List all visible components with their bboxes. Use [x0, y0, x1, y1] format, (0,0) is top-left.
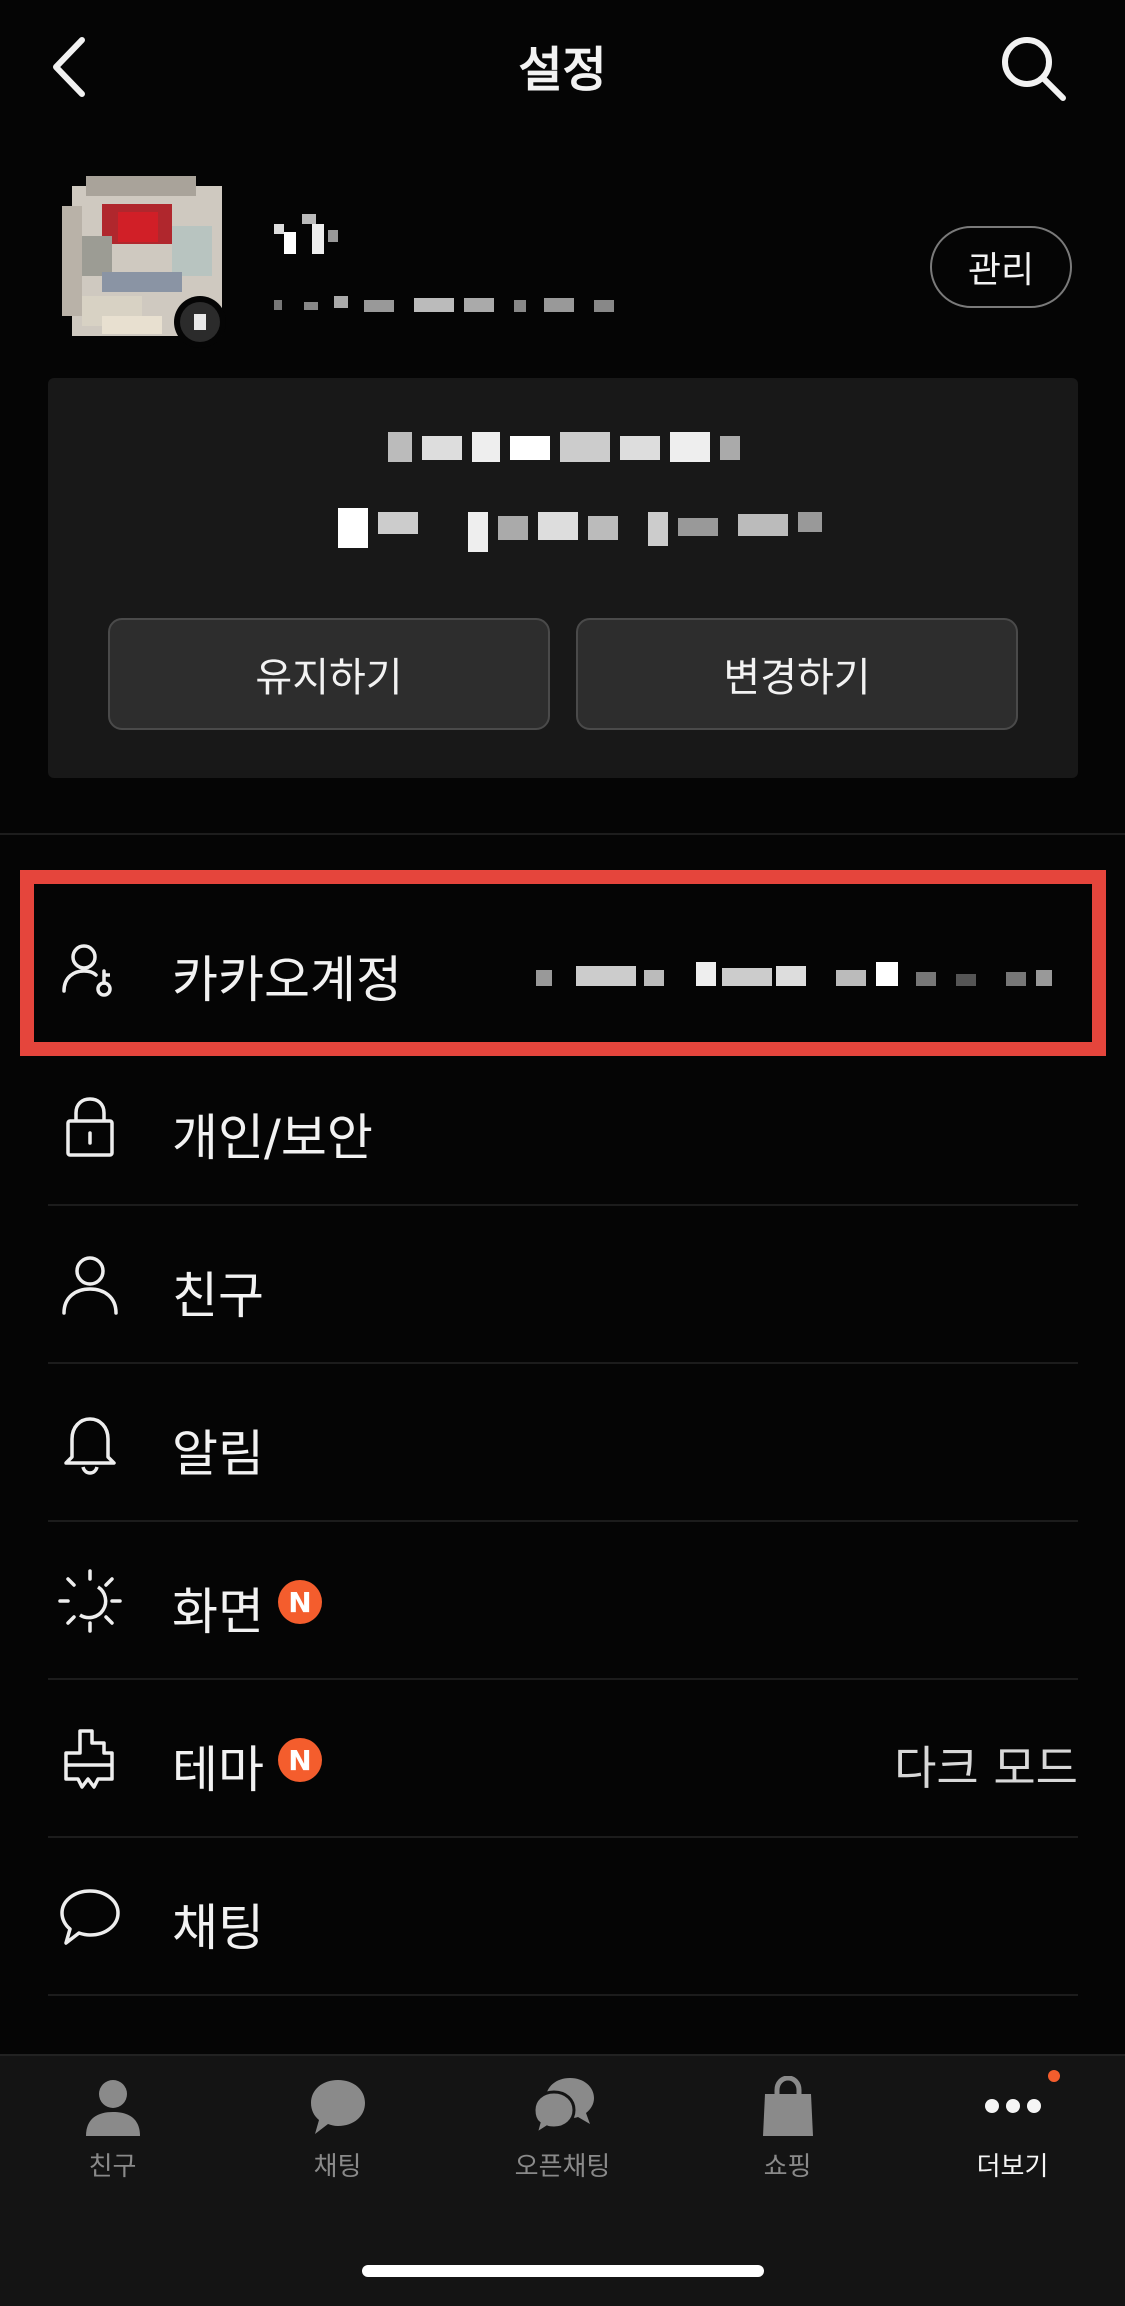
open-chat-icon — [532, 2078, 594, 2138]
page-title: 설정 — [518, 42, 607, 98]
menu-label: 개인/보안 — [172, 1109, 373, 1167]
notice-text-redacted — [338, 432, 822, 552]
menu-item-display[interactable]: 화면 N — [48, 1522, 1078, 1680]
account-email-redacted — [536, 962, 1052, 986]
brightness-icon — [58, 1569, 122, 1633]
notice-card: 유지하기 변경하기 — [48, 378, 1078, 778]
more-icon — [985, 2099, 1041, 2113]
profile-status-redacted — [274, 296, 614, 312]
new-badge: N — [278, 1580, 322, 1624]
tab-more[interactable]: 더보기 — [900, 2070, 1125, 2196]
menu-item-kakao-account[interactable]: 카카오계정 — [48, 890, 1078, 1048]
menu-item-privacy-security[interactable]: 개인/보안 — [48, 1048, 1078, 1206]
tab-label: 친구 — [88, 2152, 137, 2182]
menu-label: 카카오계정 — [172, 951, 402, 1009]
menu-label: 테마 — [172, 1741, 264, 1799]
change-button[interactable]: 변경하기 — [576, 618, 1018, 730]
profile-name-redacted — [274, 214, 338, 254]
search-icon — [1002, 37, 1066, 101]
menu-label: 채팅 — [172, 1899, 264, 1957]
keep-button[interactable]: 유지하기 — [108, 618, 550, 730]
menu-item-friends[interactable]: 친구 — [48, 1206, 1078, 1364]
menu-item-chatting[interactable]: 채팅 — [48, 1838, 1078, 1996]
menu-label: 알림 — [172, 1425, 264, 1483]
menu-item-notifications[interactable]: 알림 — [48, 1364, 1078, 1522]
manage-button[interactable]: 관리 — [930, 226, 1072, 308]
shopping-bag-icon — [763, 2076, 813, 2136]
person-icon — [62, 1256, 118, 1315]
theme-value: 다크 모드 — [894, 1741, 1078, 1795]
chat-icon — [311, 2080, 365, 2134]
profile-section: 관리 — [62, 170, 1072, 350]
menu-label: 화면 — [172, 1583, 264, 1641]
account-icon — [62, 944, 112, 997]
avatar[interactable] — [62, 176, 228, 356]
tab-shopping[interactable]: 쇼핑 — [675, 2076, 900, 2196]
tab-chats[interactable]: 채팅 — [225, 2076, 450, 2196]
notification-dot — [1048, 2070, 1060, 2082]
search-button[interactable] — [997, 32, 1069, 104]
avatar-image — [62, 176, 226, 348]
person-icon — [86, 2080, 140, 2136]
tab-label: 오픈채팅 — [514, 2152, 611, 2182]
divider — [48, 1994, 1078, 1996]
tab-friends[interactable]: 친구 — [0, 2076, 225, 2196]
bell-icon — [64, 1417, 116, 1475]
tab-label: 쇼핑 — [763, 2152, 812, 2182]
tab-label: 더보기 — [976, 2152, 1049, 2182]
header: 설정 — [0, 0, 1125, 130]
menu-item-theme[interactable]: 테마 N 다크 모드 — [48, 1680, 1078, 1838]
new-badge: N — [278, 1738, 322, 1782]
chat-bubble-icon — [60, 1889, 120, 1945]
tab-label: 채팅 — [313, 2152, 362, 2182]
lock-icon — [66, 1097, 114, 1157]
tab-open-chat[interactable]: 오픈채팅 — [450, 2076, 675, 2196]
section-divider — [0, 833, 1125, 835]
paint-icon — [64, 1729, 114, 1789]
menu-label: 친구 — [172, 1267, 264, 1325]
home-indicator — [362, 2265, 764, 2277]
